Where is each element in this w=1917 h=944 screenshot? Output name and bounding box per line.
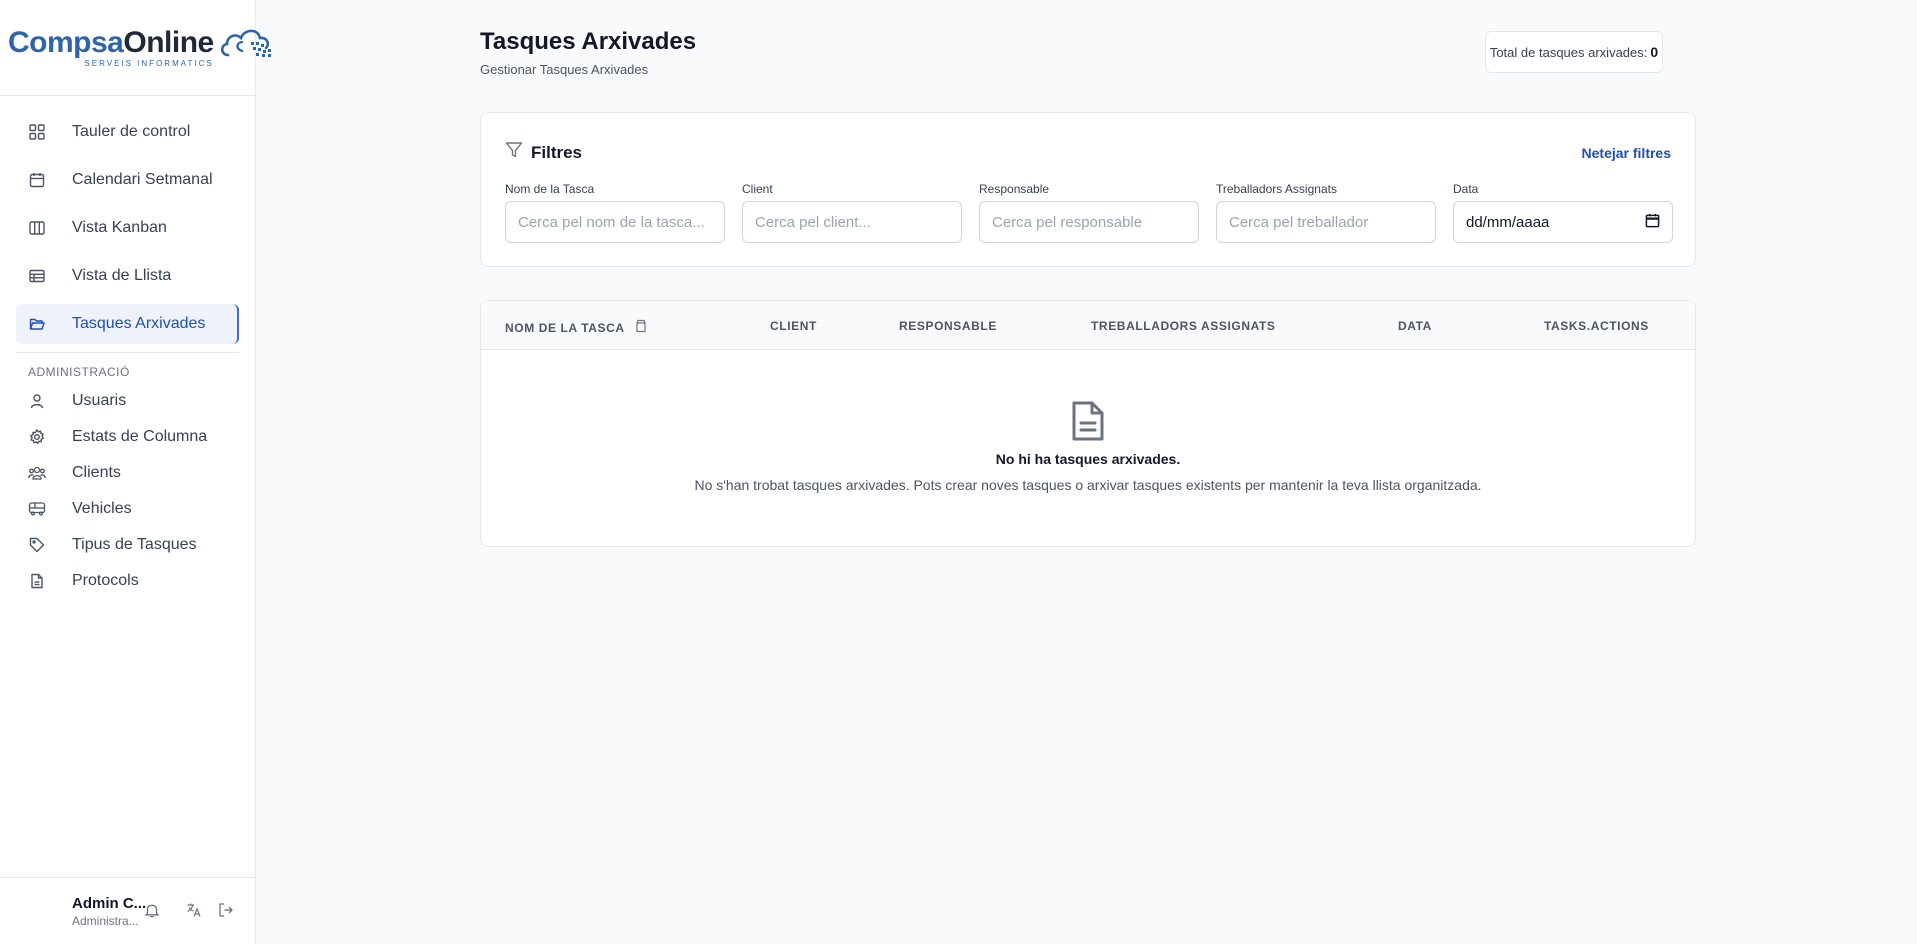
kanban-columns-icon: [28, 219, 46, 237]
client-filter-label: Client: [742, 182, 773, 196]
client-filter: Client: [742, 182, 962, 243]
responsible-filter: Responsable: [979, 182, 1199, 243]
user-role: Administra...: [72, 913, 139, 928]
page-title: Tasques Arxivades: [480, 28, 697, 55]
bell-icon[interactable]: [144, 902, 162, 920]
filters-header: Filtres: [505, 141, 582, 164]
user-name: Admin C...: [72, 894, 147, 912]
sidebar-item-task-types[interactable]: Tipus de Tasques: [16, 529, 239, 561]
date-filter-label: Data: [1453, 182, 1479, 196]
date-filter: Data dd/mm/aaaa: [1453, 182, 1673, 243]
empty-state-title: No hi ha tasques arxivades.: [995, 451, 1181, 467]
workers-filter-label: Treballadors Assignats: [1216, 182, 1337, 196]
sidebar-item-label: Usuaris: [72, 392, 127, 409]
clear-filters-link[interactable]: Netejar filtres: [1582, 145, 1671, 161]
user-panel: Admin C... Administra...: [0, 877, 255, 944]
workers-filter: Treballadors Assignats: [1216, 182, 1436, 243]
workers-input[interactable]: [1216, 201, 1436, 243]
column-header-label: NOM DE LA TASCA: [505, 320, 625, 335]
column-header-actions: TASKS.ACTIONS: [1544, 319, 1649, 333]
sidebar-item-label: Calendari Setmanal: [72, 171, 213, 188]
empty-state: No hi ha tasques arxivades. No s'han tro…: [481, 399, 1695, 493]
column-header-responsible[interactable]: RESPONSABLE: [899, 319, 997, 333]
sidebar-item-archived-tasks[interactable]: Tasques Arxivades: [16, 304, 239, 344]
document-icon: [28, 572, 46, 590]
sidebar-item-list[interactable]: Vista de Llista: [16, 256, 239, 296]
table-header: NOM DE LA TASCA CLIENT RESPONSABLE TREBA…: [481, 301, 1695, 350]
logout-icon[interactable]: [218, 902, 236, 920]
archived-tasks-table: NOM DE LA TASCA CLIENT RESPONSABLE TREBA…: [480, 300, 1696, 547]
user-info[interactable]: Admin C... Administra...: [72, 895, 146, 928]
sidebar-item-label: Clients: [72, 464, 121, 481]
responsible-filter-label: Responsable: [979, 182, 1050, 196]
sidebar-item-label: Tauler de control: [72, 123, 191, 140]
main-content: Tasques Arxivades Gestionar Tasques Arxi…: [256, 0, 1917, 944]
sidebar-item-dashboard[interactable]: Tauler de control: [16, 112, 239, 152]
task-name-input[interactable]: [505, 201, 725, 243]
sidebar-item-calendar[interactable]: Calendari Setmanal: [16, 160, 239, 200]
admin-section-title: ADMINISTRACIÓ: [28, 365, 130, 379]
empty-state-text: No s'han trobat tasques arxivades. Pots …: [694, 477, 1482, 493]
task-name-filter: Nom de la Tasca: [505, 182, 725, 243]
date-input-value: dd/mm/aaaa: [1466, 213, 1550, 231]
filters-panel: Filtres Netejar filtres Nom de la Tasca …: [480, 112, 1696, 267]
main-nav: Tauler de control Calendari Setmanal Vis…: [0, 96, 255, 597]
sidebar-item-users[interactable]: Usuaris: [16, 385, 239, 417]
brand-logo[interactable]: CompsaOnline SERVEIS INFORMATICS: [0, 0, 271, 96]
client-input[interactable]: [742, 201, 962, 243]
sidebar-item-protocols[interactable]: Protocols: [16, 565, 239, 597]
translate-icon[interactable]: [186, 902, 204, 920]
column-header-client[interactable]: CLIENT: [770, 319, 817, 333]
sidebar-item-label: Vehicles: [72, 500, 132, 517]
sidebar-item-label: Vista Kanban: [72, 219, 167, 236]
users-group-icon: [28, 464, 46, 482]
sidebar-item-kanban[interactable]: Vista Kanban: [16, 208, 239, 248]
logo-wordmark: CompsaOnline: [8, 25, 214, 59]
task-name-filter-label: Nom de la Tasca: [505, 182, 595, 196]
logo-part2: Online: [123, 25, 214, 59]
responsible-input[interactable]: [979, 201, 1199, 243]
sidebar-item-label: Estats de Columna: [72, 428, 208, 445]
calendar-picker-icon[interactable]: [1645, 213, 1660, 232]
archived-total-label: Total de tasques arxivades:: [1489, 44, 1648, 60]
sidebar-item-clients[interactable]: Clients: [16, 457, 239, 489]
archived-total-badge: Total de tasques arxivades: 0: [1485, 31, 1663, 73]
nav-divider: [16, 352, 239, 353]
calendar-icon: [28, 171, 46, 189]
dashboard-grid-icon: [28, 123, 46, 141]
sidebar-item-label: Vista de Llista: [72, 267, 172, 284]
gear-icon: [28, 428, 46, 446]
sidebar-item-label: Tasques Arxivades: [72, 315, 206, 332]
sidebar: CompsaOnline SERVEIS INFORMATICS Tauler …: [0, 0, 271, 944]
date-input[interactable]: dd/mm/aaaa: [1453, 201, 1673, 243]
logo-tagline: SERVEIS INFORMATICS: [84, 58, 214, 68]
user-icon: [28, 392, 46, 410]
tag-icon: [28, 536, 46, 554]
archived-total-value: 0: [1650, 44, 1659, 60]
sidebar-item-column-states[interactable]: Estats de Columna: [16, 421, 239, 453]
sidebar-item-label: Tipus de Tasques: [72, 536, 197, 553]
filters-title: Filtres: [531, 142, 583, 162]
page-subtitle: Gestionar Tasques Arxivades: [480, 62, 649, 77]
filter-funnel-icon: [505, 141, 523, 164]
column-header-date[interactable]: DATA: [1398, 319, 1432, 333]
empty-document-icon: [481, 399, 1695, 443]
folder-open-icon: [28, 315, 46, 333]
logo-part1: Compsa: [8, 25, 124, 59]
column-header-assigned-workers[interactable]: TREBALLADORS ASSIGNATS: [1091, 319, 1276, 333]
sidebar-item-vehicles[interactable]: Vehicles: [16, 493, 239, 525]
bus-icon: [28, 500, 46, 518]
sort-icon[interactable]: [634, 319, 648, 336]
logo-text: CompsaOnline SERVEIS INFORMATICS: [8, 25, 214, 68]
column-header-task-name[interactable]: NOM DE LA TASCA: [505, 319, 648, 336]
sidebar-item-label: Protocols: [72, 572, 139, 589]
list-table-icon: [28, 267, 46, 285]
